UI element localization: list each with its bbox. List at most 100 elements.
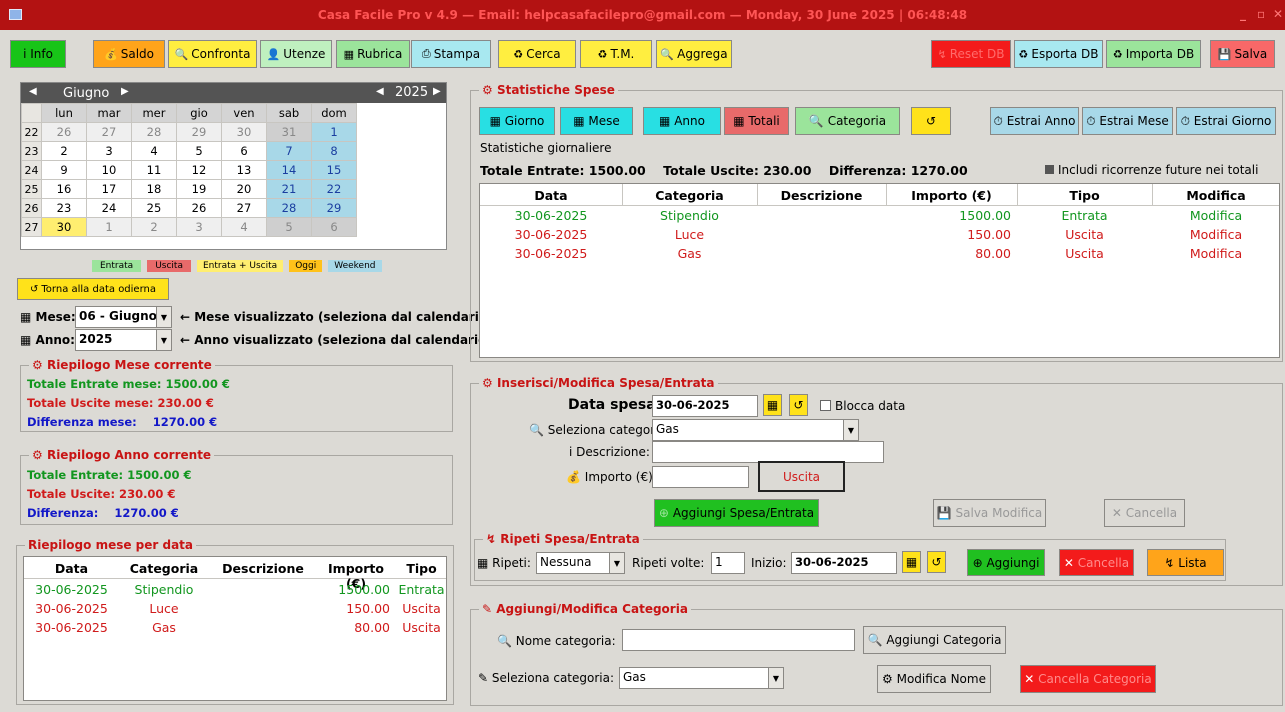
calendar-day[interactable]: 12 bbox=[176, 160, 222, 180]
ripeti-lista-button[interactable]: ↯ Lista bbox=[1147, 549, 1224, 576]
refresh-button[interactable]: ↺ bbox=[911, 107, 951, 135]
calendar-day[interactable]: 5 bbox=[266, 217, 312, 237]
statistiche-table[interactable]: Data Categoria Descrizione Importo (€) T… bbox=[479, 183, 1280, 358]
calendar-day[interactable]: 28 bbox=[131, 122, 177, 142]
categoria-select[interactable]: Gas ▼ bbox=[652, 419, 859, 441]
calendar-day[interactable]: 5 bbox=[176, 141, 222, 161]
rubrica-button[interactable]: ▦ Rubrica bbox=[336, 40, 410, 68]
stampa-button[interactable]: ⎙ Stampa bbox=[411, 40, 491, 68]
col-data[interactable]: Data bbox=[24, 561, 119, 576]
calendar-day[interactable]: 16 bbox=[41, 179, 87, 199]
calendar-day[interactable]: 27 bbox=[221, 198, 267, 218]
calendar[interactable]: ◀ Giugno ▶ ◀ 2025 ▶ lun mar mer gio ven sab do… bbox=[20, 82, 447, 250]
ripeti-calendar-button[interactable]: ▦ bbox=[902, 551, 921, 573]
calendar-day[interactable]: 4 bbox=[221, 217, 267, 237]
cancella-button[interactable]: ✕ Cancella bbox=[1104, 499, 1185, 527]
calendar-day[interactable]: 9 bbox=[41, 160, 87, 180]
close-icon[interactable]: ✕ bbox=[1273, 7, 1283, 21]
stat-col-tipo[interactable]: Tipo bbox=[1017, 188, 1152, 203]
includi-ricorrenze-checkbox[interactable]: Includi ricorrenze future nei totali bbox=[1045, 163, 1258, 177]
cerca-button[interactable]: ♻ Cerca bbox=[498, 40, 576, 68]
stat-col-importo[interactable]: Importo (€) bbox=[886, 188, 1017, 203]
blocca-data-checkbox[interactable]: Blocca data bbox=[820, 399, 905, 413]
seleziona-categoria-select[interactable]: Gas ▼ bbox=[619, 667, 784, 689]
minimize-icon[interactable]: _ bbox=[1240, 7, 1246, 21]
calendar-day[interactable]: 1 bbox=[311, 122, 357, 142]
calendar-day[interactable]: 26 bbox=[176, 198, 222, 218]
calendar-day[interactable]: 7 bbox=[266, 141, 312, 161]
calendar-day[interactable]: 31 bbox=[266, 122, 312, 142]
stat-col-descrizione[interactable]: Descrizione bbox=[757, 188, 886, 203]
ripeti-aggiungi-button[interactable]: ⊕ Aggiungi bbox=[967, 549, 1045, 576]
estrai-mese-button[interactable]: ⏱ Estrai Mese bbox=[1082, 107, 1173, 135]
ripeti-select[interactable]: Nessuna ▼ bbox=[536, 552, 625, 574]
stat-col-modifica[interactable]: Modifica bbox=[1152, 188, 1280, 203]
ripeti-volte-input[interactable]: 1 bbox=[711, 552, 745, 574]
prev-month-arrow[interactable]: ◀ bbox=[29, 86, 37, 97]
giorno-button[interactable]: ▦ Giorno bbox=[479, 107, 555, 135]
calendar-day[interactable]: 1 bbox=[86, 217, 132, 237]
mese-button[interactable]: ▦ Mese bbox=[560, 107, 633, 135]
calendar-day[interactable]: 18 bbox=[131, 179, 177, 199]
calendar-grid[interactable]: lun mar mer gio ven sab dom 22 26 27 28 29 30 31 1 23 2 3… bbox=[21, 103, 357, 237]
prev-year-arrow[interactable]: ◀ bbox=[376, 86, 384, 97]
calendar-day[interactable]: 6 bbox=[311, 217, 357, 237]
aggiungi-categoria-button[interactable]: 🔍 Aggiungi Categoria bbox=[863, 626, 1006, 654]
anno-button[interactable]: ▦ Anno bbox=[643, 107, 721, 135]
cancella-categoria-button[interactable]: ✕ Cancella Categoria bbox=[1020, 665, 1156, 693]
calendar-day[interactable]: 24 bbox=[86, 198, 132, 218]
info-button[interactable]: i Info bbox=[10, 40, 66, 68]
calendar-day[interactable]: 30 bbox=[221, 122, 267, 142]
calendar-day[interactable]: 27 bbox=[86, 122, 132, 142]
ripeti-cancella-button[interactable]: ✕ Cancella bbox=[1059, 549, 1134, 576]
ripeti-reset-button[interactable]: ↺ bbox=[927, 551, 946, 573]
importo-input[interactable] bbox=[652, 466, 749, 488]
categoria-button[interactable]: 🔍 Categoria bbox=[795, 107, 900, 135]
totali-button[interactable]: ▦ Totali bbox=[724, 107, 789, 135]
table-row[interactable]: 30-06-2025 Stipendio 1500.00 Entrata bbox=[24, 582, 446, 600]
anno-select[interactable]: 2025 ▼ bbox=[75, 329, 172, 351]
col-categoria[interactable]: Categoria bbox=[119, 561, 209, 576]
table-row[interactable]: 30-06-2025 Gas 80.00 Uscita Modifica bbox=[480, 246, 1279, 264]
calendar-day[interactable]: 17 bbox=[86, 179, 132, 199]
calendar-day[interactable]: 21 bbox=[266, 179, 312, 199]
table-row[interactable]: 30-06-2025 Luce 150.00 Uscita bbox=[24, 601, 446, 619]
col-descrizione[interactable]: Descrizione bbox=[209, 561, 317, 576]
salva-modifica-button[interactable]: 💾 Salva Modifica bbox=[933, 499, 1046, 527]
calendar-day[interactable]: 4 bbox=[131, 141, 177, 161]
calendar-day[interactable]: 22 bbox=[311, 179, 357, 199]
modifica-link[interactable]: Modifica bbox=[1152, 208, 1280, 223]
data-spesa-input[interactable]: 30-06-2025 bbox=[652, 395, 758, 417]
calendar-day[interactable]: 8 bbox=[311, 141, 357, 161]
tipo-toggle[interactable]: Uscita bbox=[758, 461, 845, 492]
modifica-link[interactable]: Modifica bbox=[1152, 246, 1280, 261]
reset-date-button[interactable]: ↺ bbox=[789, 394, 808, 416]
estrai-giorno-button[interactable]: ⏱ Estrai Giorno bbox=[1176, 107, 1276, 135]
table-row[interactable]: 30-06-2025 Gas 80.00 Uscita bbox=[24, 620, 446, 638]
calendar-day[interactable]: 14 bbox=[266, 160, 312, 180]
modifica-link[interactable]: Modifica bbox=[1152, 227, 1280, 242]
torna-oggi-button[interactable]: ↺ Torna alla data odierna bbox=[17, 278, 169, 300]
calendar-day[interactable]: 28 bbox=[266, 198, 312, 218]
calendar-day[interactable]: 20 bbox=[221, 179, 267, 199]
importa-db-button[interactable]: ♻ Importa DB bbox=[1106, 40, 1201, 68]
mese-select[interactable]: 06 - Giugno ▼ bbox=[75, 306, 172, 328]
calendar-day[interactable]: 15 bbox=[311, 160, 357, 180]
calendar-day[interactable]: 13 bbox=[221, 160, 267, 180]
modifica-nome-button[interactable]: ⚙ Modifica Nome bbox=[877, 665, 991, 693]
maximize-icon[interactable]: ▫ bbox=[1257, 7, 1265, 21]
calendar-day[interactable]: 29 bbox=[176, 122, 222, 142]
aggrega-button[interactable]: 🔍 Aggrega bbox=[656, 40, 732, 68]
riepilogo-data-table[interactable]: Data Categoria Descrizione Importo (€) T… bbox=[23, 556, 447, 701]
calendar-day[interactable]: 25 bbox=[131, 198, 177, 218]
confronta-button[interactable]: 🔍 Confronta bbox=[168, 40, 257, 68]
calendar-day[interactable]: 26 bbox=[41, 122, 87, 142]
nome-categoria-input[interactable] bbox=[622, 629, 855, 651]
inizio-input[interactable]: 30-06-2025 bbox=[791, 552, 897, 574]
calendar-day[interactable]: 2 bbox=[41, 141, 87, 161]
salva-button[interactable]: 💾 Salva bbox=[1210, 40, 1275, 68]
tm-button[interactable]: ♻ T.M. bbox=[580, 40, 652, 68]
calendar-day[interactable]: 10 bbox=[86, 160, 132, 180]
calendar-day[interactable]: 11 bbox=[131, 160, 177, 180]
stat-col-data[interactable]: Data bbox=[480, 188, 622, 203]
